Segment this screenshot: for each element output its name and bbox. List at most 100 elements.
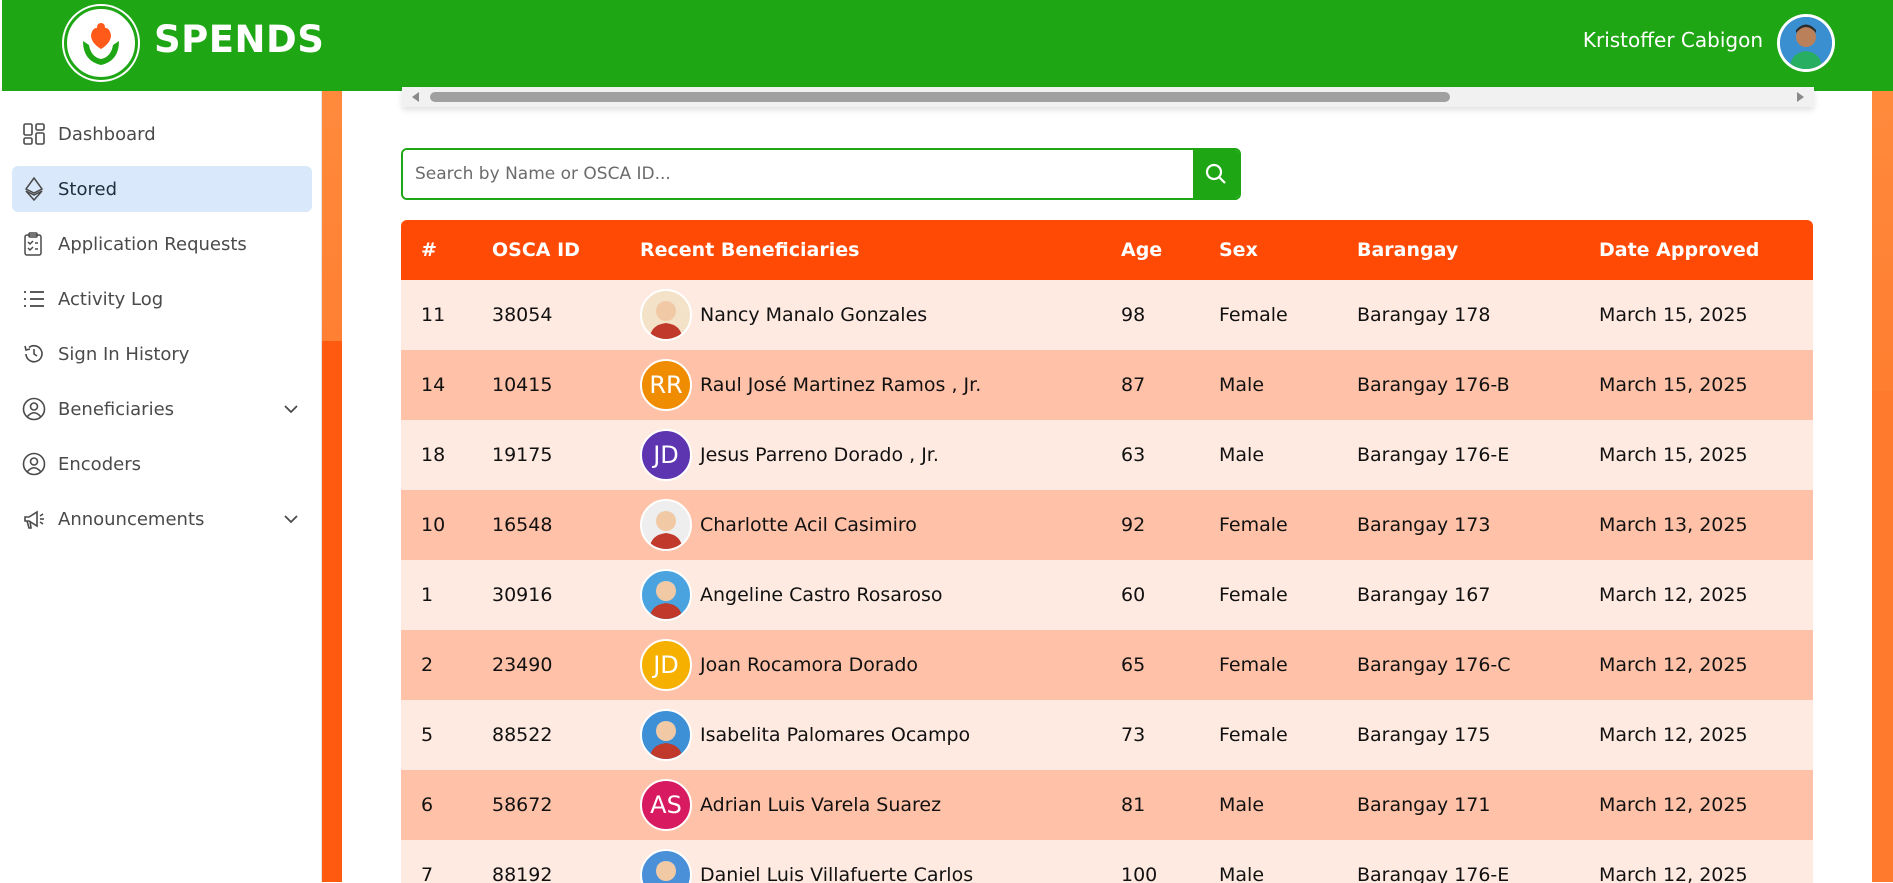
- sex: Male: [1219, 444, 1265, 466]
- beneficiary-name: Nancy Manalo Gonzales: [700, 304, 928, 326]
- sidebar-item-label: Encoders: [58, 453, 141, 475]
- table-row[interactable]: 14 10415 RR Raul José Martinez Ramos , Jr. 8…: [401, 350, 1813, 420]
- beneficiary-avatar: [640, 709, 692, 761]
- osca-id: 38054: [492, 304, 553, 326]
- sidebar: Dashboard Stored Application Requests Ac…: [2, 91, 322, 882]
- scroll-left-arrow-icon[interactable]: [412, 92, 419, 102]
- beneficiary-avatar: [640, 499, 692, 551]
- ethereum-icon: [22, 177, 46, 201]
- table-row[interactable]: 5 88522 Isabelita Palomares Ocampo 73 Female…: [401, 700, 1813, 770]
- beneficiary-cell: Daniel Luis Villafuerte Carlos: [640, 840, 973, 883]
- sidebar-item-beneficiaries[interactable]: Beneficiaries: [12, 386, 312, 432]
- row-number: 1: [421, 584, 434, 606]
- table-row[interactable]: 1 30916 Angeline Castro Rosaroso 60 Female Ba…: [401, 560, 1813, 630]
- osca-id: 88192: [492, 864, 553, 883]
- sidebar-item-announcements[interactable]: Announcements: [12, 496, 312, 542]
- row-number: 10: [421, 514, 446, 536]
- column-header-number[interactable]: #: [421, 220, 437, 280]
- chevron-down-icon[interactable]: [282, 400, 300, 418]
- barangay: Barangay 176-E: [1357, 864, 1510, 883]
- age: 60: [1121, 584, 1146, 606]
- sidebar-item-dashboard[interactable]: Dashboard: [12, 111, 312, 157]
- barangay: Barangay 176-C: [1357, 654, 1511, 676]
- age: 81: [1121, 794, 1146, 816]
- search-bar: [401, 148, 1241, 200]
- date-approved: March 12, 2025: [1599, 794, 1748, 816]
- age: 87: [1121, 374, 1146, 396]
- chevron-down-icon[interactable]: [282, 510, 300, 528]
- avatar-photo-icon: [650, 301, 682, 339]
- barangay: Barangay 176-E: [1357, 444, 1510, 466]
- app-logo[interactable]: [64, 6, 138, 80]
- sidebar-item-label: Dashboard: [58, 123, 156, 145]
- beneficiary-avatar: JD: [640, 429, 692, 481]
- osca-id: 10415: [492, 374, 553, 396]
- beneficiary-name: Joan Rocamora Dorado: [700, 654, 919, 676]
- column-header-age[interactable]: Age: [1121, 220, 1162, 280]
- date-approved: March 12, 2025: [1599, 724, 1748, 746]
- row-number: 11: [421, 304, 446, 326]
- beneficiary-name: Adrian Luis Varela Suarez: [700, 794, 942, 816]
- table-row[interactable]: 2 23490 JD Joan Rocamora Dorado 65 Female Bara…: [401, 630, 1813, 700]
- horizontal-scrollbar[interactable]: [402, 87, 1814, 107]
- beneficiary-avatar: JD: [640, 639, 692, 691]
- beneficiary-cell: Charlotte Acil Casimiro: [640, 490, 917, 560]
- sidebar-item-sign-in-history[interactable]: Sign In History: [12, 331, 312, 377]
- sidebar-item-label: Application Requests: [58, 233, 247, 255]
- scrollbar-thumb[interactable]: [430, 92, 1450, 102]
- sidebar-item-label: Activity Log: [58, 288, 164, 310]
- beneficiary-name: Jesus Parreno Dorado , Jr.: [700, 444, 939, 466]
- beneficiary-name: Isabelita Palomares Ocampo: [700, 724, 971, 746]
- beneficiary-cell: Angeline Castro Rosaroso: [640, 560, 943, 630]
- table-row[interactable]: 11 38054 Nancy Manalo Gonzales 98 Female Bara…: [401, 280, 1813, 350]
- age: 92: [1121, 514, 1146, 536]
- column-header-osca-id[interactable]: OSCA ID: [492, 220, 580, 280]
- barangay: Barangay 173: [1357, 514, 1491, 536]
- date-approved: March 13, 2025: [1599, 514, 1748, 536]
- row-number: 7: [421, 864, 434, 883]
- table-row[interactable]: 10 16548 Charlotte Acil Casimiro 92 Female Ba…: [401, 490, 1813, 560]
- barangay: Barangay 167: [1357, 584, 1491, 606]
- age: 73: [1121, 724, 1146, 746]
- dashboard-icon: [22, 122, 46, 146]
- column-header-barangay[interactable]: Barangay: [1357, 220, 1458, 280]
- date-approved: March 12, 2025: [1599, 584, 1748, 606]
- user-avatar[interactable]: [1777, 14, 1835, 72]
- sidebar-item-activity-log[interactable]: Activity Log: [12, 276, 312, 322]
- osca-id: 19175: [492, 444, 553, 466]
- sidebar-item-encoders[interactable]: Encoders: [12, 441, 312, 487]
- table-row[interactable]: 18 19175 JD Jesus Parreno Dorado , Jr. 63 Mal…: [401, 420, 1813, 490]
- sex: Female: [1219, 514, 1288, 536]
- beneficiary-avatar: [640, 569, 692, 621]
- osca-id: 16548: [492, 514, 553, 536]
- column-header-date-approved[interactable]: Date Approved: [1599, 220, 1759, 280]
- scroll-right-arrow-icon[interactable]: [1797, 92, 1804, 102]
- sex: Male: [1219, 864, 1265, 883]
- table-row[interactable]: 7 88192 Daniel Luis Villafuerte Carlos 100 M…: [401, 840, 1813, 883]
- user-circle-icon: [22, 452, 46, 476]
- logo-icon: [74, 16, 128, 70]
- top-header: SPENDS Kristoffer Cabigon: [2, 0, 1893, 91]
- sidebar-item-stored[interactable]: Stored: [12, 166, 312, 212]
- sidebar-item-application-requests[interactable]: Application Requests: [12, 221, 312, 267]
- search-input[interactable]: [403, 150, 1193, 198]
- table-row[interactable]: 6 58672 AS Adrian Luis Varela Suarez 81 Male B…: [401, 770, 1813, 840]
- sex: Female: [1219, 654, 1288, 676]
- barangay: Barangay 171: [1357, 794, 1491, 816]
- user-name[interactable]: Kristoffer Cabigon: [1583, 28, 1763, 52]
- beneficiary-cell: AS Adrian Luis Varela Suarez: [640, 770, 941, 840]
- date-approved: March 15, 2025: [1599, 304, 1748, 326]
- barangay: Barangay 176-B: [1357, 374, 1510, 396]
- row-number: 14: [421, 374, 446, 396]
- megaphone-icon: [22, 507, 46, 531]
- osca-id: 58672: [492, 794, 553, 816]
- beneficiary-name: Daniel Luis Villafuerte Carlos: [700, 864, 974, 883]
- column-header-recent-beneficiaries[interactable]: Recent Beneficiaries: [640, 220, 859, 280]
- app-brand-name: SPENDS: [154, 18, 325, 61]
- beneficiary-name: Raul José Martinez Ramos , Jr.: [700, 374, 982, 396]
- beneficiary-avatar: [640, 289, 692, 341]
- search-button[interactable]: [1193, 150, 1239, 198]
- column-header-sex[interactable]: Sex: [1219, 220, 1258, 280]
- sidebar-item-label: Stored: [58, 178, 118, 200]
- avatar-photo-icon: [650, 721, 682, 759]
